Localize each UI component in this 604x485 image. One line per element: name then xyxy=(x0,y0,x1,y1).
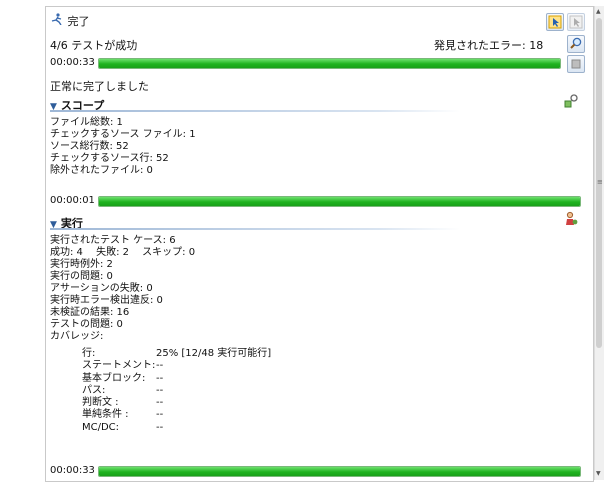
scope-line: ファイル総数: 1 xyxy=(50,117,123,128)
coverage-value: -- xyxy=(156,409,164,421)
scroll-up-icon[interactable]: ▲ xyxy=(596,8,601,15)
status-row: 完了 xyxy=(50,13,90,29)
run-progress-bar xyxy=(98,466,581,477)
tests-summary: 4/6 テストが成功 xyxy=(50,39,138,52)
scope-section-divider xyxy=(50,110,460,112)
coverage-value: -- xyxy=(156,384,164,396)
coverage-label: パス: xyxy=(82,384,106,396)
run-line: 成功: 4 失敗: 2 スキップ: 0 xyxy=(50,247,196,258)
run-action-button[interactable] xyxy=(563,211,579,227)
run-line: 実行されたテスト ケース: 6 xyxy=(50,235,176,246)
run-progress-fill xyxy=(99,467,580,476)
run-line: アサーションの失敗: 0 xyxy=(50,283,153,294)
scope-progress-time: 00:00:01 xyxy=(50,195,95,206)
errors-found: 発見されたエラー: 18 xyxy=(434,39,544,52)
scroll-down-icon[interactable]: ▼ xyxy=(596,470,601,477)
coverage-values: 25% [12/48 実行可能行] -- -- -- -- -- -- xyxy=(156,348,271,434)
coverage-label: ステートメント: xyxy=(82,360,156,372)
cursor-select-button[interactable] xyxy=(546,13,564,31)
main-progress-time: 00:00:33 xyxy=(50,57,95,68)
coverage-value: -- xyxy=(156,372,164,384)
coverage-labels: 行: ステートメント: 基本ブロック: パス: 判断文 : 単純条件 : MC/… xyxy=(82,348,155,434)
stop-icon xyxy=(571,59,581,69)
scope-line: チェックするソース行: 52 xyxy=(50,153,169,164)
run-line: 未検証の結果: 16 xyxy=(50,307,130,318)
run-line: テストの問題: 0 xyxy=(50,319,123,330)
scope-progress-bar xyxy=(98,196,581,207)
coverage-label: 行: xyxy=(82,348,96,359)
stop-button[interactable] xyxy=(567,55,585,73)
run-line: 実行時エラー検出違反: 0 xyxy=(50,295,163,306)
run-person-icon xyxy=(566,211,578,225)
running-figure-icon xyxy=(50,13,64,28)
scope-action-button[interactable] xyxy=(563,93,579,109)
run-line: 実行の問題: 0 xyxy=(50,271,113,282)
run-progress-time: 00:00:33 xyxy=(50,465,95,476)
run-line: 実行時例外: 2 xyxy=(50,259,113,270)
scope-key-icon xyxy=(564,94,578,108)
coverage-label: 基本ブロック: xyxy=(82,372,146,384)
details-button[interactable] xyxy=(567,35,585,53)
main-progress-bar xyxy=(98,58,561,69)
cursor-select-disabled-icon xyxy=(569,15,583,29)
cursor-select-disabled-button[interactable] xyxy=(567,13,585,31)
cursor-select-icon xyxy=(548,15,562,29)
coverage-value: -- xyxy=(156,397,164,409)
run-line: カバレッジ: xyxy=(50,331,104,342)
scope-line: ソース総行数: 52 xyxy=(50,141,129,152)
coverage-value: -- xyxy=(156,360,164,372)
scope-details: ファイル総数: 1 チェックするソース ファイル: 1 ソース総行数: 52 チ… xyxy=(50,117,196,177)
test-progress-panel: 完了 4/6 テストが成功 発見されたエラー: 18 00:00:33 正常に完… xyxy=(45,6,594,482)
scope-line: チェックするソース ファイル: 1 xyxy=(50,129,196,140)
run-details: 実行されたテスト ケース: 6 成功: 4 失敗: 2 スキップ: 0 実行時例… xyxy=(50,235,195,343)
coverage-label: 単純条件 : xyxy=(82,409,129,421)
run-section-divider xyxy=(50,228,460,230)
status-label: 完了 xyxy=(67,15,90,28)
scope-line: 除外されたファイル: 0 xyxy=(50,165,153,176)
scroll-grip-icon: ≡ xyxy=(597,178,603,186)
coverage-label: 判断文 : xyxy=(82,397,119,409)
coverage-label: MC/DC: xyxy=(82,421,120,433)
main-progress-fill xyxy=(99,59,560,68)
scope-progress-fill xyxy=(99,197,580,206)
coverage-value: 25% [12/48 実行可能行] xyxy=(156,348,272,359)
completion-message: 正常に完了しました xyxy=(50,80,149,93)
vertical-scrollbar[interactable]: ▲ ≡ ▼ xyxy=(594,6,604,480)
magnifier-icon xyxy=(570,37,582,49)
coverage-value: -- xyxy=(156,421,164,433)
